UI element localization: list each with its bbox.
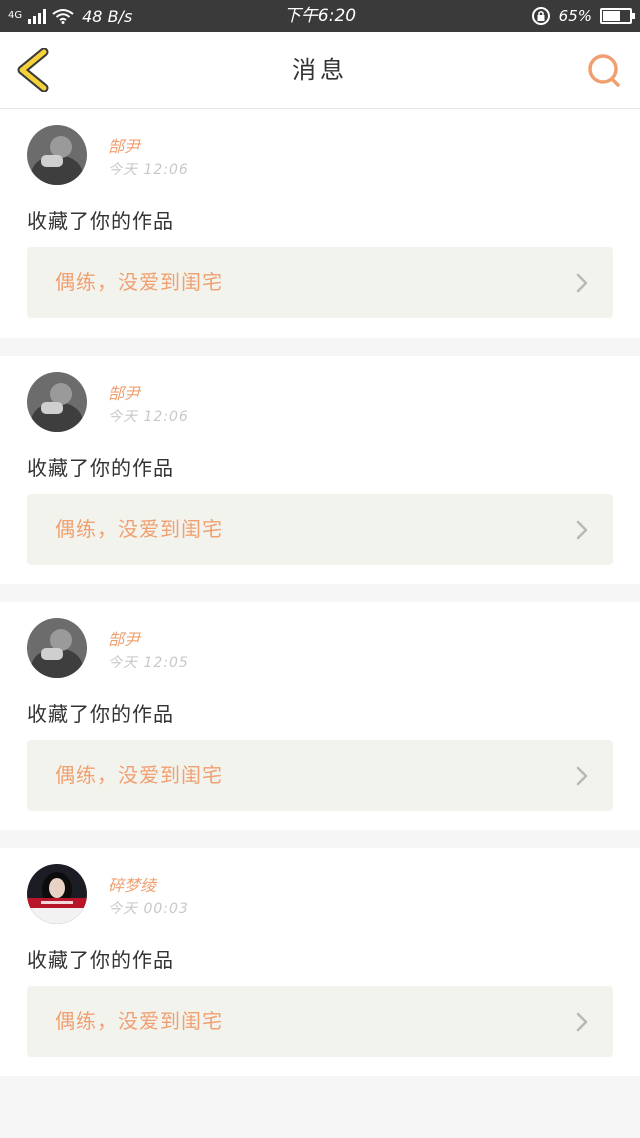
avatar-image <box>27 125 87 185</box>
action-text: 收藏了你的作品 <box>27 209 174 233</box>
battery-fill <box>603 11 620 21</box>
rotation-lock-icon <box>531 7 550 25</box>
chevron-right-icon <box>576 273 588 293</box>
work-link[interactable]: 偶练，没爱到闺宅 <box>27 740 613 811</box>
avatar-image <box>27 864 87 924</box>
work-link[interactable]: 偶练，没爱到闺宅 <box>27 494 613 565</box>
status-bar: 4G 48 B/s 下午6:20 65% <box>0 0 640 32</box>
search-icon[interactable] <box>586 52 624 90</box>
message-time: 今天 12:06 <box>108 409 189 425</box>
chevron-right-icon <box>576 766 588 786</box>
chevron-right-icon <box>576 1012 588 1032</box>
status-bar-right: 65% <box>531 0 635 32</box>
avatar[interactable] <box>27 864 87 924</box>
work-link[interactable]: 偶练，没爱到闺宅 <box>27 247 613 318</box>
user-name[interactable]: 郜尹 <box>108 133 140 157</box>
message-card: 碎梦绫 今天 00:03 收藏了你的作品 偶练，没爱到闺宅 <box>0 848 640 1076</box>
message-card: 郜尹 今天 12:05 收藏了你的作品 偶练，没爱到闺宅 <box>0 602 640 830</box>
avatar[interactable] <box>27 125 87 185</box>
chevron-right-icon <box>576 520 588 540</box>
message-time: 今天 00:03 <box>108 901 189 917</box>
action-text: 收藏了你的作品 <box>27 702 174 726</box>
battery-icon <box>600 8 635 24</box>
message-time: 今天 12:05 <box>108 655 189 671</box>
avatar[interactable] <box>27 372 87 432</box>
work-title: 偶练，没爱到闺宅 <box>55 763 223 787</box>
user-name[interactable]: 郜尹 <box>108 380 140 404</box>
work-link[interactable]: 偶练，没爱到闺宅 <box>27 986 613 1057</box>
work-title: 偶练，没爱到闺宅 <box>55 1009 223 1033</box>
work-title: 偶练，没爱到闺宅 <box>55 270 223 294</box>
avatar-image <box>27 618 87 678</box>
header-bar: 消息 <box>0 32 640 109</box>
work-title: 偶练，没爱到闺宅 <box>55 517 223 541</box>
avatar-image <box>27 372 87 432</box>
user-name[interactable]: 郜尹 <box>108 626 140 650</box>
user-name[interactable]: 碎梦绫 <box>108 872 156 896</box>
message-card: 郜尹 今天 12:06 收藏了你的作品 偶练，没爱到闺宅 <box>0 109 640 338</box>
action-text: 收藏了你的作品 <box>27 456 174 480</box>
page-title: 消息 <box>292 56 348 84</box>
avatar[interactable] <box>27 618 87 678</box>
message-time: 今天 12:06 <box>108 162 189 178</box>
battery-percent: 65% <box>558 7 592 25</box>
message-card: 郜尹 今天 12:06 收藏了你的作品 偶练，没爱到闺宅 <box>0 356 640 584</box>
message-list: 郜尹 今天 12:06 收藏了你的作品 偶练，没爱到闺宅 郜尹 今天 12:06… <box>0 109 640 1094</box>
action-text: 收藏了你的作品 <box>27 948 174 972</box>
